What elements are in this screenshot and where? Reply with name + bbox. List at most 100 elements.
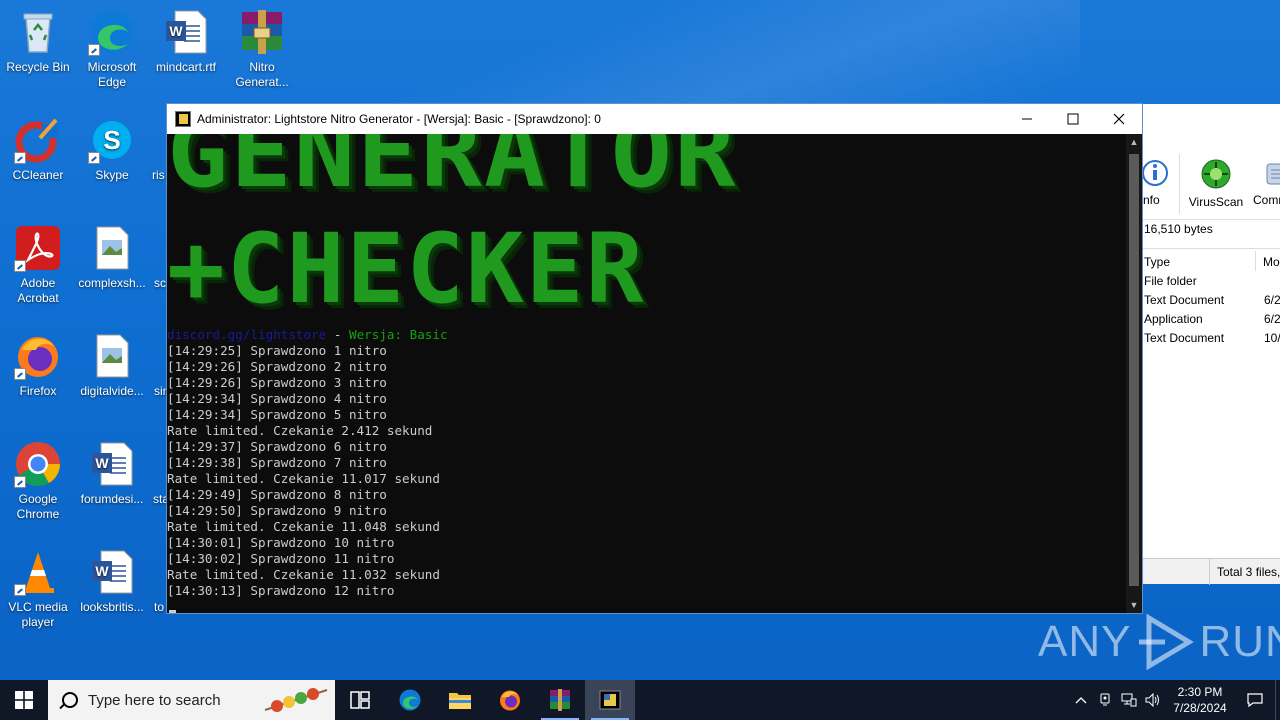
shortcut-arrow-icon xyxy=(14,260,26,272)
google-chrome-icon xyxy=(14,440,62,488)
show-hidden-icons-button[interactable] xyxy=(1069,680,1093,720)
desktop-icon-digitalvide[interactable]: digitalvide... xyxy=(74,332,150,399)
skype-icon: S xyxy=(88,116,136,164)
taskbar-edge[interactable] xyxy=(385,680,435,720)
notification-icon xyxy=(1247,693,1263,708)
desktop-icon-recycle-bin[interactable]: Recycle Bin xyxy=(0,8,76,75)
task-view-icon xyxy=(350,691,370,709)
desktop-icon-firefox[interactable]: Firefox xyxy=(0,332,76,399)
scroll-up-arrow-icon[interactable]: ▲ xyxy=(1126,134,1142,150)
anyrun-watermark: ANY RUN xyxy=(1038,612,1280,672)
desktop-icon-partial-sin[interactable]: sin xyxy=(148,332,168,399)
windows-logo-icon xyxy=(15,691,33,709)
winrar-archive-icon xyxy=(238,8,286,56)
maximize-icon xyxy=(1067,113,1079,125)
desktop-icon-label: Skype xyxy=(95,168,129,182)
file-explorer-window[interactable]: nfo VirusScan Comm 16,510 bytes Type Mo … xyxy=(1140,104,1280,585)
notifications-button[interactable] xyxy=(1235,680,1275,720)
shortcut-arrow-icon xyxy=(14,584,26,596)
console-output[interactable]: GENERATOR +CHECKER discord.gg/lightstore… xyxy=(167,134,1127,613)
desktop-icon-vlc[interactable]: VLC media player xyxy=(0,548,76,630)
desktop-icon-nitro-generator[interactable]: Nitro Generat... xyxy=(224,8,300,90)
edge-icon xyxy=(399,689,421,711)
log-line: [14:29:34] Sprawdzono 4 nitro xyxy=(167,391,387,406)
close-icon xyxy=(1113,113,1125,125)
log-line: Rate limited. Czekanie 2.412 sekund xyxy=(167,423,433,438)
console-titlebar[interactable]: Administrator: Lightstore Nitro Generato… xyxy=(167,104,1142,134)
minimize-icon xyxy=(1022,118,1032,120)
column-modified[interactable]: Mo xyxy=(1263,255,1280,269)
ribbon-comment[interactable]: Comm xyxy=(1253,158,1280,207)
desktop-icon-partial-sta[interactable]: sta xyxy=(148,440,168,507)
close-button[interactable] xyxy=(1096,104,1142,134)
file-row[interactable]: Application 6/2 xyxy=(1144,312,1280,326)
log-line: [14:29:49] Sprawdzono 8 nitro xyxy=(167,487,387,502)
network-button[interactable] xyxy=(1117,680,1141,720)
file-row[interactable]: File folder xyxy=(1144,274,1197,288)
taskbar-file-explorer[interactable] xyxy=(435,680,485,720)
info-icon xyxy=(1142,160,1168,186)
start-button[interactable] xyxy=(0,680,48,720)
info-line: discord.gg/lightstore - Wersja: Basic xyxy=(167,327,448,342)
tray-device-icon-button[interactable] xyxy=(1093,680,1117,720)
desktop-icon-ccleaner[interactable]: CCleaner xyxy=(0,116,76,183)
desktop-icon-label: to xyxy=(154,600,165,614)
file-row[interactable]: Text Document 10/ xyxy=(1144,331,1280,345)
desktop-icon-label: digitalvide... xyxy=(80,384,144,398)
svg-text:S: S xyxy=(103,125,120,155)
log-line: [14:30:01] Sprawdzono 10 nitro xyxy=(167,535,395,550)
taskbar: Type here to search 2:30 PM 7/28/2024 xyxy=(0,680,1280,720)
desktop-icon-adobe-acrobat[interactable]: Adobe Acrobat xyxy=(0,224,76,306)
log-line: [14:29:26] Sprawdzono 3 nitro xyxy=(167,375,387,390)
console-scrollbar[interactable]: ▲ ▼ xyxy=(1126,134,1142,613)
column-type[interactable]: Type xyxy=(1144,255,1170,269)
desktop-icon-complexsh[interactable]: complexsh... xyxy=(74,224,150,291)
svg-text:W: W xyxy=(95,455,109,471)
desktop-icon-partial-to[interactable]: to xyxy=(148,548,168,615)
svg-text:W: W xyxy=(95,563,109,579)
virus-scan-icon xyxy=(1201,159,1231,189)
chevron-up-icon xyxy=(1075,697,1087,704)
scrollbar-thumb[interactable] xyxy=(1129,154,1139,586)
ribbon-info[interactable]: nfo xyxy=(1141,158,1175,207)
desktop-icon-label: Nitro Generat... xyxy=(235,60,289,89)
taskbar-console-app[interactable] xyxy=(585,680,635,720)
log-line: [14:29:50] Sprawdzono 9 nitro xyxy=(167,503,387,518)
taskbar-clock[interactable]: 2:30 PM 7/28/2024 xyxy=(1165,684,1235,716)
ccleaner-icon xyxy=(14,116,62,164)
desktop-icon-skype[interactable]: S Skype xyxy=(74,116,150,183)
file-row[interactable]: Text Document 6/2 xyxy=(1144,293,1280,307)
text-cursor xyxy=(169,610,176,613)
desktop-icon-partial-sc[interactable]: sc xyxy=(148,224,168,291)
explorer-status-bar: Total 3 files, xyxy=(1141,558,1280,585)
svg-text:W: W xyxy=(169,23,183,39)
discord-link[interactable]: discord.gg/lightstore xyxy=(167,327,326,342)
taskbar-search-box[interactable]: Type here to search xyxy=(48,680,335,720)
firefox-icon xyxy=(500,690,520,711)
desktop-icon-label: looksbritis... xyxy=(80,600,144,614)
volume-button[interactable] xyxy=(1141,680,1165,720)
image-file-icon xyxy=(88,224,136,272)
system-tray: 2:30 PM 7/28/2024 xyxy=(1069,680,1280,720)
ribbon-virusscan[interactable]: VirusScan xyxy=(1187,158,1245,209)
version-label: Wersja: Basic xyxy=(348,327,448,342)
desktop-icon-microsoft-edge[interactable]: Microsoft Edge xyxy=(74,8,150,90)
explorer-column-header: Type Mo xyxy=(1141,248,1280,274)
task-view-button[interactable] xyxy=(335,680,385,720)
firefox-icon xyxy=(14,332,62,380)
desktop-icon-looksbritis[interactable]: W looksbritis... xyxy=(74,548,150,615)
taskbar-winrar[interactable] xyxy=(535,680,585,720)
maximize-button[interactable] xyxy=(1050,104,1096,134)
desktop-icon-forumdesi[interactable]: W forumdesi... xyxy=(74,440,150,507)
log-line: [14:29:38] Sprawdzono 7 nitro xyxy=(167,455,387,470)
log-line: [14:29:25] Sprawdzono 1 nitro xyxy=(167,343,387,358)
adobe-acrobat-icon xyxy=(14,224,62,272)
show-desktop-button[interactable] xyxy=(1275,680,1280,720)
desktop-icon-mindcart[interactable]: W mindcart.rtf xyxy=(148,8,224,75)
console-window[interactable]: Administrator: Lightstore Nitro Generato… xyxy=(166,103,1143,614)
scroll-down-arrow-icon[interactable]: ▼ xyxy=(1126,597,1142,613)
log-line: Rate limited. Czekanie 11.048 sekund xyxy=(167,519,440,534)
desktop-icon-google-chrome[interactable]: Google Chrome xyxy=(0,440,76,522)
taskbar-firefox[interactable] xyxy=(485,680,535,720)
minimize-button[interactable] xyxy=(1004,104,1050,134)
